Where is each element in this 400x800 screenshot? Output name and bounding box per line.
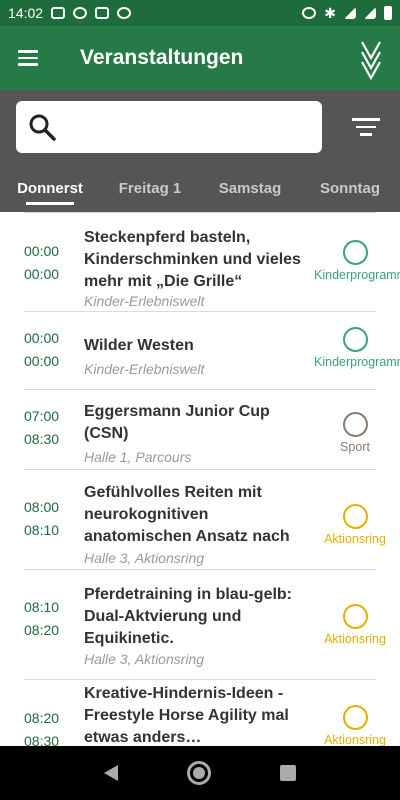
event-end-time: 08:30 (24, 733, 60, 746)
event-title: Gefühlvolles Reiten mit neurokognitiven … (84, 484, 290, 545)
p-notification-icon (117, 7, 132, 19)
status-time: 14:02 (8, 5, 44, 21)
event-title: Steckenpferd basteln, Kinderschminken un… (84, 229, 301, 290)
tab-sonntag[interactable]: Sonntag (300, 164, 400, 212)
event-title: Eggersmann Junior Cup (CSN) (84, 403, 270, 442)
category-label: Kinderprogramm (314, 268, 400, 282)
event-location: Halle 1, Parcours (84, 449, 192, 465)
event-times: 08:10 08:20 (24, 596, 70, 642)
whatsapp-notification-icon (73, 7, 88, 19)
event-start-time: 00:00 (24, 330, 60, 346)
event-start-time: 07:00 (24, 408, 60, 424)
event-start-time: 00:00 (24, 243, 60, 259)
event-end-time: 08:20 (24, 622, 60, 638)
event-end-time: 00:00 (24, 353, 60, 369)
status-bar: 14:02 ✱ (0, 0, 400, 26)
event-location: Kinder-Erlebniswelt (84, 293, 205, 309)
home-icon[interactable] (186, 761, 211, 785)
event-location: Kinder-Erlebniswelt (84, 361, 205, 377)
event-title: Wilder Westen (84, 337, 194, 354)
event-title: Pferdetraining in blau-gelb: Dual-Aktvie… (84, 586, 293, 647)
event-list-item[interactable]: 08:10 08:20 Pferdetraining in blau-gelb:… (0, 570, 400, 680)
event-category: Kinderprogramm (314, 240, 400, 283)
category-label: Kinderprogramm (314, 355, 400, 369)
search-icon (29, 114, 56, 141)
recent-apps-icon[interactable] (279, 765, 296, 781)
alarm-icon (302, 7, 317, 19)
wifi-icon (344, 7, 356, 19)
event-list-item[interactable]: 00:00 00:00 Steckenpferd basteln, Kinder… (0, 212, 400, 312)
event-times: 00:00 00:00 (24, 327, 70, 373)
search-box[interactable] (16, 101, 322, 153)
tab-label: Samstag (218, 179, 282, 197)
tab-samstag[interactable]: Samstag (200, 164, 300, 212)
active-tab-indicator (26, 202, 74, 205)
tab-label: Donnerst (17, 179, 83, 197)
tab-freitag[interactable]: Freitag 1 (100, 164, 200, 212)
tab-label: Sonntag (320, 179, 380, 197)
category-label: Sport (340, 440, 370, 454)
event-location: Halle 3, Aktionsring (84, 651, 205, 667)
event-times: 08:20 08:30 (24, 707, 70, 746)
event-end-time: 08:30 (24, 431, 60, 447)
event-end-time: 08:10 (24, 522, 60, 538)
event-list-item[interactable]: 08:20 08:30 Kreative-Hindernis-Ideen - F… (0, 680, 400, 746)
message-notification-icon (95, 7, 110, 19)
search-bar (0, 90, 400, 164)
event-list-item[interactable]: 00:00 00:00 Wilder Westen Kinder-Erlebni… (0, 312, 400, 390)
event-list-item[interactable]: 07:00 08:30 Eggersmann Junior Cup (CSN) … (0, 390, 400, 470)
search-input[interactable] (66, 111, 316, 143)
event-list[interactable]: 00:00 00:00 Steckenpferd basteln, Kinder… (0, 212, 400, 746)
bluetooth-icon: ✱ (324, 4, 336, 21)
category-circle-icon (342, 327, 368, 352)
event-category: Sport (314, 412, 396, 455)
app-bar: Veranstaltungen (0, 26, 400, 90)
event-list-item[interactable]: 08:00 08:10 Gefühlvolles Reiten mit neur… (0, 470, 400, 570)
category-circle-icon (342, 240, 368, 265)
event-start-time: 08:10 (24, 599, 60, 615)
hamburger-menu-icon[interactable] (0, 26, 56, 90)
back-icon[interactable] (104, 765, 119, 781)
category-circle-icon (342, 604, 368, 629)
event-times: 00:00 00:00 (24, 240, 70, 286)
event-title: Kreative-Hindernis-Ideen - Freestyle Hor… (84, 685, 289, 746)
event-end-time: 00:00 (24, 266, 60, 282)
category-circle-icon (342, 504, 368, 529)
event-start-time: 08:00 (24, 499, 60, 515)
image-notification-icon (51, 7, 66, 19)
category-label: Aktionsring (324, 532, 386, 546)
category-circle-icon (342, 412, 368, 437)
battery-icon (384, 6, 392, 20)
signal-icon (364, 7, 376, 19)
day-tabs: Donnerst Freitag 1 Samstag Sonntag (0, 164, 400, 212)
event-category: Aktionsring (314, 604, 396, 647)
tab-label: Freitag 1 (118, 179, 182, 197)
app-logo-icon (361, 41, 381, 80)
category-label: Aktionsring (324, 632, 386, 646)
category-circle-icon (342, 705, 368, 730)
filter-icon[interactable] (352, 118, 380, 140)
event-category: Aktionsring (314, 504, 396, 547)
category-label: Aktionsring (324, 733, 386, 746)
tab-donnerstag[interactable]: Donnerst (0, 164, 100, 212)
event-location: Halle 3, Aktionsring (84, 550, 205, 566)
event-category: Kinderprogramm (314, 327, 400, 370)
system-nav-bar (0, 746, 400, 800)
event-category: Aktionsring (314, 705, 396, 746)
event-times: 07:00 08:30 (24, 405, 70, 451)
page-title: Veranstaltungen (80, 46, 244, 69)
event-times: 08:00 08:10 (24, 496, 70, 542)
event-start-time: 08:20 (24, 710, 60, 726)
